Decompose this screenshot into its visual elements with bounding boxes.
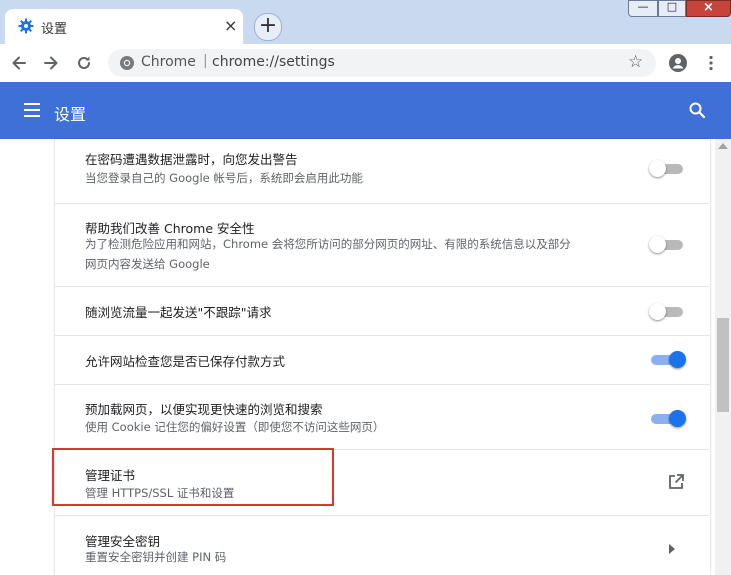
chrome-site-icon <box>120 56 134 70</box>
url-separator: | <box>203 53 208 69</box>
settings-tab[interactable]: 设置 × <box>5 9 243 44</box>
reload-icon[interactable] <box>75 54 93 72</box>
bookmark-star-icon[interactable]: ☆ <box>628 52 643 72</box>
browser-toolbar: Chrome | chrome://settings ☆ <box>0 44 731 82</box>
leak-warning-toggle[interactable] <box>649 160 685 177</box>
setting-description-line-1: 为了检测危险应用和网站，Chrome 会将您所访问的部分网页的网址、有限的系统信… <box>85 237 571 251</box>
url-text[interactable]: chrome://settings <box>212 54 335 70</box>
close-tab-icon[interactable]: × <box>224 17 237 35</box>
scroll-thumb[interactable] <box>717 318 729 412</box>
maximize-icon: □ <box>666 0 678 13</box>
title-bar: 设置 × + — □ × <box>0 0 731 44</box>
back-arrow-icon[interactable] <box>10 54 28 72</box>
highlight-box <box>52 448 334 506</box>
scroll-up-arrow-icon[interactable] <box>718 143 728 149</box>
setting-title: 在密码遭遇数据泄露时，向您发出警告 <box>85 152 298 167</box>
forward-arrow-icon[interactable] <box>42 54 60 72</box>
setting-row-leak-warning[interactable]: 在密码遭遇数据泄露时，向您发出警告 当您登录自己的 Google 帐号后，系统即… <box>55 139 710 189</box>
setting-description: 使用 Cookie 记住您的偏好设置（即使您不访问这些网页） <box>85 420 385 434</box>
setting-row-improve-security[interactable]: 帮助我们改善 Chrome 安全性 为了检测危险应用和网站，Chrome 会将您… <box>55 203 710 286</box>
settings-header: 设置 <box>0 82 731 139</box>
setting-description-line-2: 网页内容发送给 Google <box>85 257 210 271</box>
improve-security-toggle[interactable] <box>649 236 685 253</box>
chevron-right-icon[interactable] <box>669 544 675 554</box>
setting-row-payment-methods[interactable]: 允许网站检查您是否已保存付款方式 <box>55 335 710 384</box>
page-scrollbar[interactable] <box>715 139 731 575</box>
window-controls: — □ × <box>628 0 731 18</box>
setting-row-do-not-track[interactable]: 随浏览流量一起发送"不跟踪"请求 <box>55 286 710 335</box>
close-window-button[interactable]: × <box>686 0 731 17</box>
preload-pages-toggle[interactable] <box>651 410 686 427</box>
address-bar[interactable]: Chrome | chrome://settings ☆ <box>108 49 656 77</box>
maximize-button[interactable]: □ <box>658 0 686 17</box>
new-tab-button[interactable]: + <box>254 13 282 41</box>
setting-title: 允许网站检查您是否已保存付款方式 <box>85 354 286 369</box>
setting-title: 随浏览流量一起发送"不跟踪"请求 <box>85 305 272 320</box>
setting-description: 当您登录自己的 Google 帐号后，系统即会启用此功能 <box>85 171 363 185</box>
close-icon: × <box>703 0 714 15</box>
setting-description: 重置安全密钥并创建 PIN 码 <box>85 550 227 564</box>
setting-title: 预加载网页，以便实现更快速的浏览和搜索 <box>85 402 323 417</box>
tab-title: 设置 <box>41 22 68 37</box>
minimize-icon: — <box>637 0 649 13</box>
setting-row-preload-pages[interactable]: 预加载网页，以便实现更快速的浏览和搜索 使用 Cookie 记住您的偏好设置（即… <box>55 384 710 449</box>
page-title: 设置 <box>54 105 87 124</box>
minimize-button[interactable]: — <box>628 0 658 17</box>
setting-row-manage-security-keys[interactable]: 管理安全密钥 重置安全密钥并创建 PIN 码 <box>55 515 710 575</box>
profile-avatar-icon[interactable] <box>668 53 688 73</box>
hamburger-menu-icon[interactable] <box>24 103 40 117</box>
privacy-settings-card: 在密码遭遇数据泄露时，向您发出警告 当您登录自己的 Google 帐号后，系统即… <box>55 139 710 575</box>
more-menu-icon[interactable] <box>702 54 720 72</box>
site-label: Chrome <box>141 54 196 70</box>
search-icon[interactable] <box>688 101 706 119</box>
payment-methods-toggle[interactable] <box>651 351 686 368</box>
do-not-track-toggle[interactable] <box>649 303 685 320</box>
external-link-icon[interactable] <box>667 473 685 491</box>
gear-icon <box>18 18 34 34</box>
